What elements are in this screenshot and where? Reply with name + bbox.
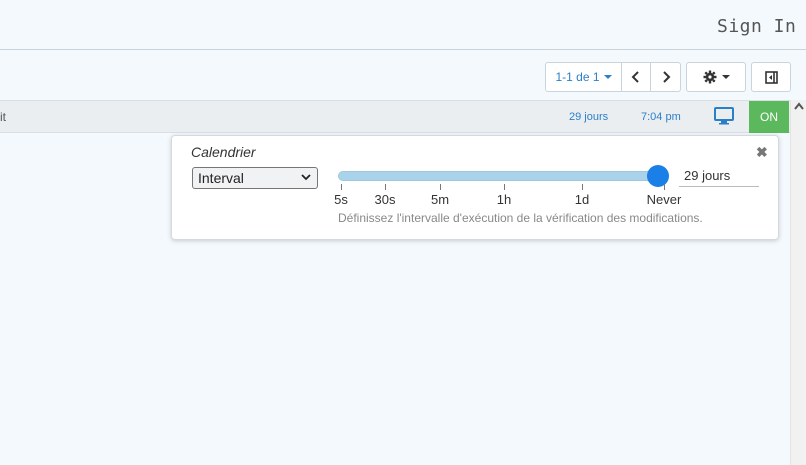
slider-tick-label: 1d [574, 192, 590, 207]
table-row[interactable]: it 29 jours 7:04 pm ON [0, 100, 790, 133]
slider-tick [440, 184, 441, 190]
chevron-up-icon[interactable] [794, 102, 804, 110]
scheduler-title: Calendrier [191, 144, 256, 160]
row-time[interactable]: 7:04 pm [641, 111, 681, 123]
chevron-right-icon [662, 71, 670, 83]
slider-tick [385, 184, 386, 190]
row-age[interactable]: 29 jours [569, 111, 608, 123]
interval-slider[interactable]: 5s 30s 5m 1h 1d Never [334, 165, 681, 213]
gear-icon [703, 70, 716, 84]
slider-tick [582, 184, 583, 190]
chevron-left-icon [631, 71, 639, 83]
interval-value-field[interactable]: 29 jours [679, 168, 759, 187]
slider-tick-label: 5s [334, 192, 348, 207]
slider-tick-label: 30s [374, 192, 396, 207]
slider-track[interactable] [338, 171, 662, 181]
monitor-icon[interactable] [714, 107, 734, 128]
collapse-sidebar-icon [764, 70, 778, 84]
previous-page-button[interactable] [621, 62, 651, 92]
scheduler-popover: Calendrier ✖ Interval 5s 30s 5m 1h 1d Never 2… [171, 135, 779, 240]
pagination-dropdown[interactable]: 1-1 de 1 [545, 62, 622, 92]
slider-tick [504, 184, 505, 190]
schedule-mode-select[interactable]: Interval [192, 167, 318, 189]
close-icon[interactable]: ✖ [756, 144, 768, 161]
top-bar: Sign In [0, 0, 806, 50]
next-page-button[interactable] [650, 62, 681, 92]
row-title[interactable]: it [0, 110, 6, 124]
collapse-sidebar-button[interactable] [751, 62, 791, 92]
pagination-label: 1-1 de 1 [555, 70, 600, 84]
slider-thumb[interactable] [647, 165, 669, 187]
slider-tick-label: 1h [496, 192, 512, 207]
chevron-down-icon [301, 174, 311, 181]
schedule-mode-value: Interval [198, 170, 244, 186]
settings-dropdown-button[interactable] [686, 62, 746, 92]
slider-tick [341, 184, 342, 190]
slider-tick [664, 184, 665, 190]
slider-tick-label: Never [646, 192, 682, 207]
scrollbar[interactable] [790, 100, 806, 465]
caret-down-icon [603, 75, 612, 79]
sign-in-link[interactable]: Sign In [717, 16, 796, 37]
scheduler-hint: Définissez l'intervalle d'exécution de l… [338, 211, 703, 225]
slider-tick-label: 5m [430, 192, 450, 207]
caret-down-icon [721, 75, 730, 79]
status-toggle[interactable]: ON [749, 101, 789, 133]
